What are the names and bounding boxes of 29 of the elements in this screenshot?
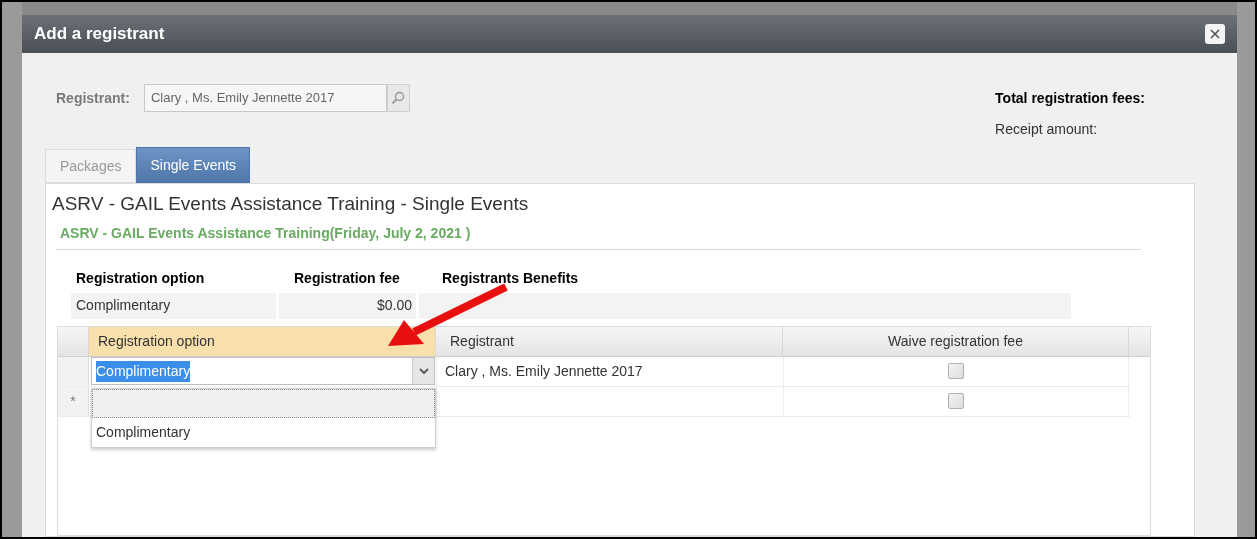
row-header: * xyxy=(58,386,89,416)
table-cell: Complimentary xyxy=(71,292,276,319)
registrant-field[interactable]: Clary , Ms. Emily Jennette 2017 xyxy=(143,84,387,112)
event-subtitle: ASRV - GAIL Events Assistance Training(Friday, July 2, 2021 ) xyxy=(60,223,472,243)
dropdown-option[interactable]: Complimentary xyxy=(92,417,435,447)
column-header: Registrants Benefits xyxy=(442,268,580,288)
close-button[interactable] xyxy=(1205,24,1225,44)
grid-column-header[interactable]: Waive registration fee xyxy=(783,326,1129,356)
search-button[interactable] xyxy=(386,84,410,112)
close-icon xyxy=(1209,28,1221,40)
dropdown-option[interactable] xyxy=(92,388,435,418)
chevron-down-icon xyxy=(418,367,429,375)
total-fees-label: Total registration fees: xyxy=(995,89,1145,108)
grid-column-header[interactable]: Registrant xyxy=(436,326,783,356)
column-header: Registration option xyxy=(76,268,206,288)
dropdown-arrow-button[interactable] xyxy=(412,358,434,384)
dialog-title: Add a registrant xyxy=(34,23,165,46)
search-icon xyxy=(391,91,406,105)
dropdown-value: Complimentary xyxy=(96,360,191,382)
grid-cell: Clary , Ms. Emily Jennette 2017 xyxy=(436,356,783,386)
registrant-label: Registrant: xyxy=(56,88,130,108)
tab[interactable]: Single Events xyxy=(136,147,251,183)
grid-column-header[interactable]: Registration option xyxy=(89,326,436,356)
table-cell: $0.00 xyxy=(279,292,416,319)
event-title: ASRV - GAIL Events Assistance Training - Single Events xyxy=(52,192,530,216)
column-header: Registration fee xyxy=(294,268,401,288)
checkbox[interactable] xyxy=(948,363,964,379)
checkbox[interactable] xyxy=(948,393,964,409)
receipt-amount-label: Receipt amount: xyxy=(995,120,1099,139)
